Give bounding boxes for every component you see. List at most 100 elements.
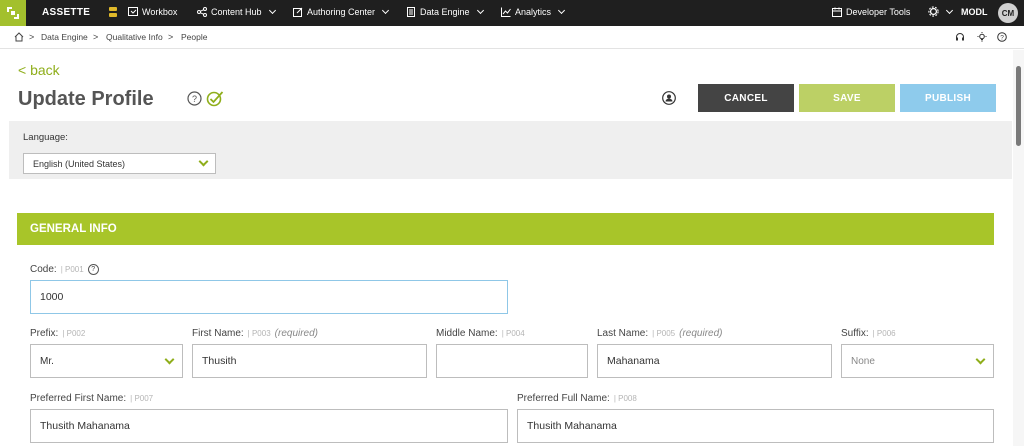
svg-text:?: ?	[1000, 34, 1004, 41]
preferred-full-name-label: Preferred Full Name: | P008	[517, 393, 637, 404]
code-field-code: | P001	[60, 265, 84, 275]
developer-tools-label: Developer Tools	[846, 7, 911, 17]
chart-icon	[501, 7, 511, 17]
nav-workbox[interactable]: Workbox	[128, 7, 177, 17]
last-name-label: Last Name: | P005 (required)	[597, 328, 722, 339]
status-check-icon	[206, 91, 224, 107]
pinned-icon[interactable]	[108, 6, 118, 18]
gear-icon	[928, 6, 939, 17]
language-panel: Language: English (United States)	[9, 121, 1012, 179]
last-name-field-code: | P005	[652, 329, 676, 338]
first-name-label: First Name: | P003 (required)	[192, 328, 318, 339]
calendar-icon	[832, 7, 842, 17]
app-logo[interactable]	[0, 0, 26, 26]
back-link[interactable]: < back	[18, 62, 60, 78]
nav-analytics[interactable]: Analytics	[501, 6, 566, 17]
code-label: Code: | P001?	[30, 264, 99, 275]
workbox-icon	[128, 7, 138, 16]
scrollbar-thumb[interactable]	[1016, 66, 1021, 146]
nav-authoring-center-label: Authoring Center	[307, 7, 376, 17]
prefix-label-text: Prefix:	[30, 328, 59, 339]
preferred-first-name-label-text: Preferred First Name:	[30, 393, 127, 404]
document-icon	[407, 7, 415, 17]
breadcrumb-qualitative-info[interactable]: Qualitative Info	[106, 32, 163, 42]
chevron-down-icon	[975, 354, 986, 365]
code-label-text: Code:	[30, 264, 57, 276]
suffix-select-value: None	[851, 356, 875, 367]
edit-icon	[293, 7, 303, 17]
nav-authoring-center[interactable]: Authoring Center	[293, 6, 390, 17]
preferred-full-name-input[interactable]: Thusith Mahanama	[517, 409, 994, 443]
middle-name-label: Middle Name: | P004	[436, 328, 525, 339]
home-icon[interactable]	[14, 32, 24, 42]
breadcrumb-data-engine[interactable]: Data Engine	[41, 32, 88, 42]
developer-tools[interactable]: Developer Tools	[832, 7, 910, 17]
chevron-down-icon	[164, 354, 175, 365]
save-button[interactable]: SAVE	[799, 84, 895, 112]
code-input[interactable]: 1000	[30, 280, 508, 314]
breadcrumb-separator: >	[29, 32, 35, 42]
settings-menu[interactable]	[928, 6, 954, 17]
required-indicator: (required)	[274, 328, 319, 339]
preferred-first-name-label: Preferred First Name: | P007	[30, 393, 153, 404]
preferred-first-name-field-code: | P007	[130, 394, 154, 403]
suffix-label: Suffix: | P006	[841, 328, 896, 339]
general-info-header[interactable]: GENERAL INFO	[17, 213, 994, 245]
cancel-button[interactable]: CANCEL	[698, 84, 794, 112]
help-icon[interactable]: ?	[997, 32, 1007, 42]
suffix-field-code: | P006	[872, 329, 896, 338]
brand-name: ASSETTE	[42, 7, 91, 18]
preferred-full-name-label-text: Preferred Full Name:	[517, 393, 610, 404]
prefix-label: Prefix: | P002	[30, 328, 85, 339]
middle-name-field-code: | P004	[501, 329, 525, 338]
breadcrumb-people: People	[181, 32, 208, 42]
prefix-select-value: Mr.	[40, 356, 54, 367]
nav-data-engine-label: Data Engine	[420, 7, 470, 17]
preferred-full-name-field-code: | P008	[613, 394, 637, 403]
environment-label: MODL	[961, 7, 988, 17]
language-select[interactable]: English (United States)	[23, 153, 216, 174]
nav-analytics-label: Analytics	[515, 7, 552, 17]
nav-content-hub-label: Content Hub	[211, 7, 262, 17]
first-name-field-code: | P003	[247, 329, 271, 338]
publish-button[interactable]: PUBLISH	[900, 84, 996, 112]
headset-icon[interactable]	[955, 32, 965, 42]
page-scrollbar[interactable]	[1013, 50, 1024, 446]
last-name-label-text: Last Name:	[597, 328, 649, 339]
user-icon[interactable]	[662, 91, 676, 105]
first-name-input[interactable]: Thusith	[192, 344, 427, 378]
breadcrumb: > Data Engine > Qualitative Info > Peopl…	[0, 26, 1024, 49]
chevron-down-icon	[945, 6, 954, 14]
chevron-down-icon	[476, 6, 484, 15]
logo-icon	[7, 7, 19, 19]
help-icon[interactable]: ?	[87, 264, 99, 275]
chevron-down-icon	[268, 6, 276, 15]
chevron-down-icon	[198, 156, 209, 167]
suffix-select[interactable]: None	[841, 344, 994, 378]
nav-workbox-label: Workbox	[142, 7, 178, 17]
help-icon[interactable]: ?	[187, 91, 202, 106]
middle-name-input[interactable]	[436, 344, 588, 378]
required-indicator: (required)	[679, 328, 723, 339]
preferred-first-name-input[interactable]: Thusith Mahanama	[30, 409, 508, 443]
share-icon	[197, 7, 207, 17]
page-title: Update Profile	[18, 88, 154, 110]
language-label: Language:	[23, 132, 68, 143]
breadcrumb-separator: >	[168, 32, 174, 42]
nav-content-hub[interactable]: Content Hub	[197, 6, 276, 17]
language-select-value: English (United States)	[33, 159, 126, 169]
lightbulb-icon[interactable]	[977, 32, 987, 42]
chevron-down-icon	[557, 6, 566, 15]
prefix-select[interactable]: Mr.	[30, 344, 183, 378]
middle-name-label-text: Middle Name:	[436, 328, 498, 339]
chevron-down-icon	[382, 6, 390, 15]
user-avatar[interactable]: CM	[998, 3, 1018, 23]
first-name-label-text: First Name:	[192, 328, 244, 339]
prefix-field-code: | P002	[62, 329, 86, 338]
nav-data-engine[interactable]: Data Engine	[406, 6, 484, 17]
suffix-label-text: Suffix:	[841, 328, 869, 339]
breadcrumb-separator: >	[93, 32, 99, 42]
top-navigation-bar: ASSETTE Workbox Content Hub Authoring Ce…	[0, 0, 1024, 26]
svg-text:?: ?	[192, 94, 197, 104]
last-name-input[interactable]: Mahanama	[597, 344, 832, 378]
